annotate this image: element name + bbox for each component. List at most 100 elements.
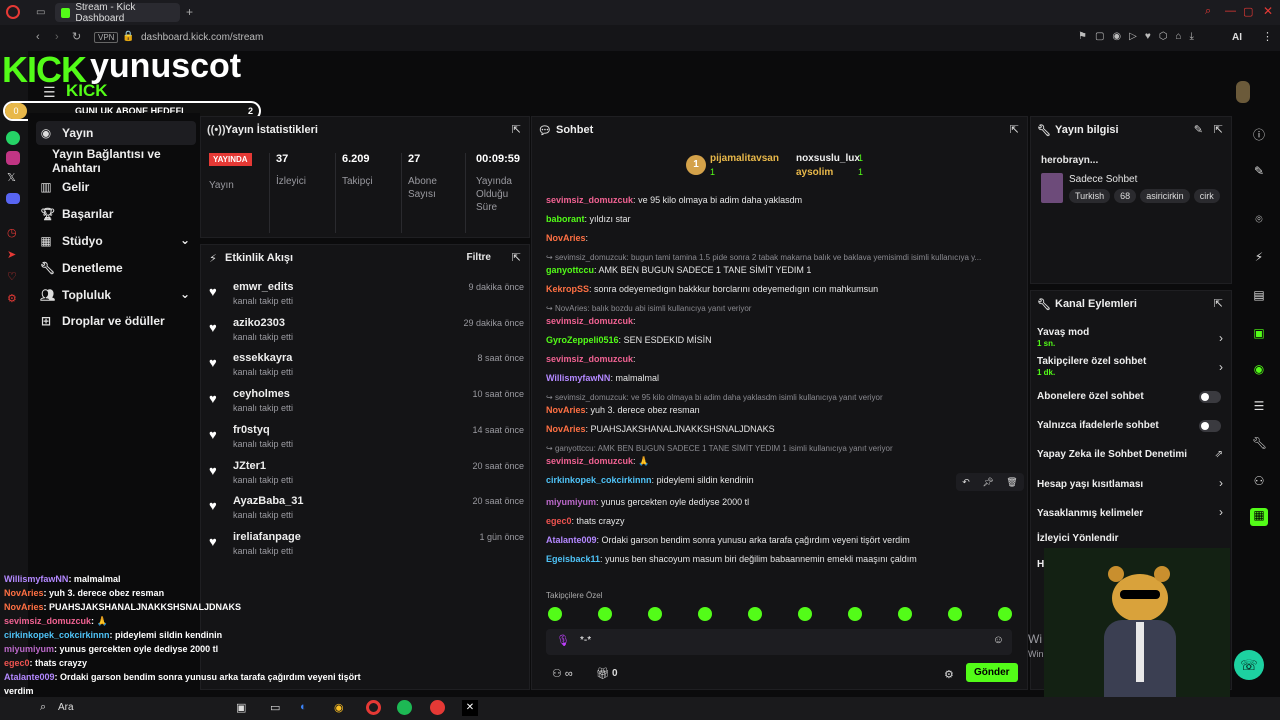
edge-icon[interactable]: ◐ <box>300 701 307 713</box>
nav-item-basarilar[interactable]: 🏆︎ Başarılar <box>36 202 196 226</box>
nav-item-stream-key[interactable]: Yayın Bağlantısı ve Anahtarı <box>36 147 196 175</box>
edit-icon[interactable]: ✎ <box>1194 123 1203 136</box>
activity-item[interactable]: ♥ emwr_edits kanalı takip etti 9 dakika önc… <box>209 281 524 315</box>
top-gifter-1[interactable]: pijamalitavsan <box>710 153 779 164</box>
chat-message[interactable]: sevimsiz_domuzcuk: ve 95 kilo olmaya bi … <box>546 195 1016 205</box>
chat-username[interactable]: WillismyfawNN <box>546 373 610 383</box>
back-icon[interactable]: ‹ <box>36 31 40 43</box>
chat-message[interactable]: WillismyfawNN: malmalmal <box>546 373 1016 383</box>
emote-icon[interactable] <box>648 607 662 621</box>
chat-username[interactable]: cirkinkopek_cokcirkinnn <box>546 475 652 485</box>
opera-icon[interactable] <box>6 5 20 19</box>
emote-icon[interactable] <box>948 607 962 621</box>
emote-icon[interactable] <box>748 607 762 621</box>
emote-chat-toggle[interactable] <box>1199 420 1221 432</box>
tag-chip[interactable]: 68 <box>1114 189 1137 203</box>
chat-username[interactable]: sevimsiz_domuzcuk <box>546 195 633 205</box>
search-icon[interactable]: ⌕ <box>40 701 46 714</box>
chat-message[interactable]: GyroZeppeli0516: SEN ESDEKID MİSİN <box>546 335 1016 345</box>
settings-icon[interactable]: ⚙ <box>944 668 954 681</box>
tag-chip[interactable]: Turkish <box>1069 189 1111 203</box>
close-icon[interactable]: ✕ <box>1263 4 1273 18</box>
nav-item-topluluk[interactable]: 👥︎ Topluluk ⌄ <box>36 283 196 307</box>
minimize-icon[interactable]: — <box>1225 5 1236 17</box>
camera-icon[interactable]: ⌾ <box>1252 212 1266 226</box>
popout-icon[interactable]: ⇱ <box>512 251 521 264</box>
chat-username[interactable]: KekropSS <box>546 284 589 294</box>
chat-username[interactable]: egec0 <box>546 516 572 526</box>
nav-item-studyo[interactable]: ▦ Stüdyo ⌄ <box>36 229 196 253</box>
points-icon[interactable]: ⚇ ∞ <box>552 667 573 680</box>
subs-chat-toggle[interactable] <box>1199 391 1221 403</box>
extensions-icons[interactable]: ⚑▢◉▷♥⬡⌂⤓ <box>1078 31 1202 42</box>
chat-message[interactable]: sevimsiz_domuzcuk: <box>546 354 1016 364</box>
activity-item[interactable]: ♥ ceyholmes kanalı takip etti 10 saat önce <box>209 388 524 422</box>
filter-button[interactable]: Filtre <box>467 252 491 263</box>
nav-item-denetleme[interactable]: 🔧︎ Denetleme <box>36 256 196 280</box>
broadcast-icon[interactable]: ◉ <box>1252 362 1266 376</box>
document-icon[interactable]: ▤ <box>1252 288 1266 302</box>
bolt-icon[interactable]: ⚡ <box>1252 250 1266 264</box>
nav-item-yayin[interactable]: ◉ Yayın <box>36 121 196 145</box>
activity-user[interactable]: emwr_edits <box>233 281 294 293</box>
new-tab-button[interactable]: + <box>186 5 193 19</box>
clip-icon[interactable]: ▦ <box>1250 508 1268 526</box>
search-icon[interactable]: ⌕ <box>1205 5 1211 18</box>
reload-icon[interactable]: ↻ <box>72 30 81 43</box>
popout-icon[interactable]: ⇱ <box>1214 297 1223 310</box>
chat-message[interactable]: Atalante009: Ordaki garson bendim sonra … <box>546 535 1016 545</box>
edit-icon[interactable]: ✎ <box>1252 164 1266 178</box>
hamburger-icon[interactable]: ☰ <box>43 84 56 101</box>
emote-icon[interactable] <box>698 607 712 621</box>
followers-chat-row[interactable]: Takipçilere özel sohbet 1 dk. <box>1037 356 1227 378</box>
forward-icon[interactable]: › <box>55 31 59 43</box>
emoji-icon[interactable]: ☺ <box>993 634 1004 646</box>
chat-username[interactable]: NovAries <box>546 233 586 243</box>
nav-item-gelir[interactable]: ▥ Gelir <box>36 175 196 199</box>
url-field[interactable]: dashboard.kick.com/stream <box>141 32 263 43</box>
opera-icon[interactable] <box>366 700 381 715</box>
emote-icon[interactable] <box>898 607 912 621</box>
chrome-icon[interactable]: ◉ <box>334 701 344 714</box>
ai-moderation-row[interactable]: Yapay Zeka ile Sohbet Denetimi <box>1037 449 1227 460</box>
ai-button[interactable]: AI <box>1232 32 1242 43</box>
chat-username[interactable]: sevimsiz_domuzcuk <box>546 456 633 466</box>
list-icon[interactable]: ☰ <box>1252 399 1266 413</box>
chat-username[interactable]: ganyottccu <box>546 265 594 275</box>
menu-icon[interactable]: ⋮ <box>1262 30 1273 43</box>
chat-message[interactable]: NovAries: PUAHSJAKSHANALJNAKKSHSNALJDNAK… <box>546 424 1016 434</box>
explorer-icon[interactable]: ▭ <box>270 701 280 714</box>
chat-message[interactable]: NovAries: <box>546 233 1016 243</box>
chat-message[interactable]: egec0: thats crayzy <box>546 516 1016 526</box>
nav-item-droplar[interactable]: ⊞ Droplar ve ödüller <box>36 309 196 333</box>
gift-icon[interactable]: 🎁︎ <box>596 667 610 680</box>
chat-input[interactable]: 🎙︎ *-* ☺ <box>546 629 1012 655</box>
chat-icon[interactable]: ▣ <box>1252 326 1266 340</box>
emote-icon[interactable] <box>798 607 812 621</box>
whatsapp-icon[interactable] <box>6 131 20 145</box>
popout-icon[interactable]: ⇱ <box>512 123 521 136</box>
chat-username[interactable]: sevimsiz_domuzcuk <box>546 316 633 326</box>
emote-icon[interactable] <box>848 607 862 621</box>
activity-item[interactable]: ♥ aziko2303 kanalı takip etti 29 dakika önc… <box>209 317 524 351</box>
activity-user[interactable]: essekkayra <box>233 352 292 364</box>
x-icon[interactable]: 𝕏 <box>7 171 16 184</box>
share-icon[interactable]: ⚇ <box>1252 474 1266 488</box>
chat-username[interactable]: GyroZeppeli0516 <box>546 335 619 345</box>
activity-item[interactable]: ♥ JZter1 kanalı takip etti 20 saat önce <box>209 460 524 494</box>
redirect-row[interactable]: İzleyici Yönlendir <box>1037 533 1227 544</box>
discord-icon[interactable] <box>6 193 20 204</box>
activity-user[interactable]: fr0styq <box>233 424 270 436</box>
bookmark-icon[interactable]: ♡ <box>7 270 17 283</box>
taskbar-search[interactable]: Ara <box>58 702 74 713</box>
slow-mode-row[interactable]: Yavaş mod 1 sn. <box>1037 327 1227 349</box>
age-limit-row[interactable]: Hesap yaşı kısıtlaması <box>1037 479 1227 490</box>
reply-icon[interactable]: ↶ <box>962 477 970 488</box>
activity-user[interactable]: aziko2303 <box>233 317 285 329</box>
chat-message[interactable]: miyumiyum: yunus gercekten oyle dediyse … <box>546 497 1016 507</box>
tab-stream[interactable]: Stream - Kick Dashboard <box>55 2 180 24</box>
chat-username[interactable]: miyumiyum <box>546 497 596 507</box>
activity-user[interactable]: JZter1 <box>233 460 266 472</box>
activity-user[interactable]: ireliafanpage <box>233 531 301 543</box>
spotify-icon[interactable] <box>397 700 412 715</box>
